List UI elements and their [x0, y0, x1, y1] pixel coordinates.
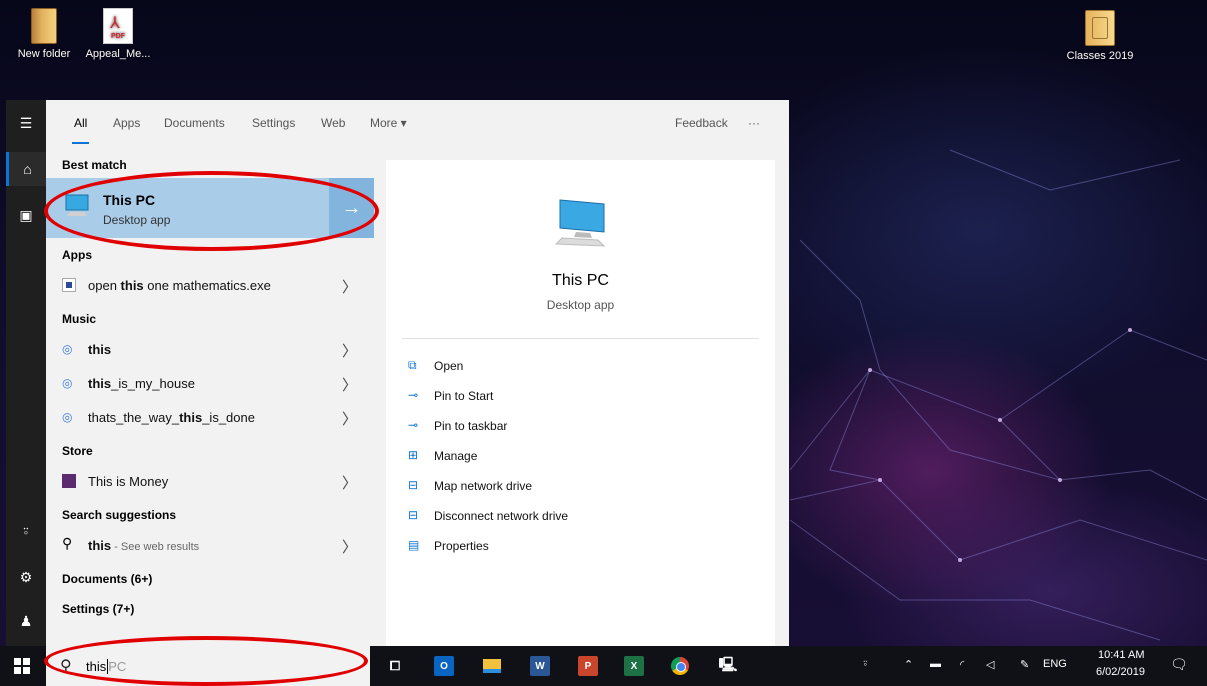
list-item[interactable]: ◎ thats_the_way_this_is_done 〉 [46, 402, 374, 432]
search-tabs: All Apps Documents Settings Web More ▾ F… [46, 100, 789, 146]
properties-icon: ▤ [408, 538, 420, 552]
section-header-store: Store [62, 444, 93, 458]
this-pc-icon[interactable]: 🖳 [718, 656, 738, 676]
detail-pane: This PC Desktop app ⧉ Open ⊸ Pin to Star… [386, 160, 775, 646]
outlook-icon[interactable]: O [434, 656, 454, 676]
music-file-icon: ◎ [62, 410, 73, 424]
section-header-best-match: Best match [62, 158, 127, 172]
open-icon: ⧉ [408, 358, 417, 372]
feedback-link[interactable]: Feedback [675, 116, 728, 130]
home-icon[interactable]: ⌂ [6, 152, 46, 186]
desktop-icon-label: Appeal_Me... [85, 48, 151, 60]
detail-title: This PC [552, 272, 609, 289]
network-drive-icon: ⊟ [408, 508, 419, 522]
file-explorer-icon[interactable] [482, 656, 502, 676]
wifi-icon[interactable]: ◜ [960, 658, 964, 671]
list-item[interactable]: ◎ this 〉 [46, 334, 374, 364]
start-left-rail: ☰ ⌂ ▣ ⍤ ⚙ ♟ [6, 100, 46, 646]
search-icon: ⚲ [60, 658, 72, 675]
pdf-file-icon: ⅄ PDF [103, 8, 133, 44]
divider [402, 338, 759, 339]
section-header-music: Music [62, 312, 97, 326]
best-match-title: This PC [103, 192, 156, 208]
pin-icon: ⊸ [408, 388, 419, 402]
excel-icon[interactable]: X [624, 656, 644, 676]
search-panel: All Apps Documents Settings Web More ▾ F… [46, 100, 789, 646]
detail-subtitle: Desktop app [546, 298, 615, 312]
tab-more[interactable]: More ▾ [370, 116, 407, 130]
desktop-icon-label: New folder [17, 48, 71, 60]
tab-all[interactable]: All [71, 116, 90, 144]
list-item-label: this [88, 342, 112, 357]
pin-icon: ⊸ [408, 418, 419, 432]
music-file-icon: ◎ [62, 376, 73, 390]
taskbar-search-box[interactable]: ⚲ this PC [46, 646, 370, 686]
gear-icon[interactable]: ⚙ [6, 560, 46, 594]
list-item-label: open this one mathematics.exe [88, 278, 271, 293]
store-app-icon [62, 474, 76, 488]
list-item-label: This is Money [88, 474, 169, 489]
list-item[interactable]: ◎ this_is_my_house 〉 [46, 368, 374, 398]
list-item-label: this_is_my_house [88, 376, 195, 391]
tab-web[interactable]: Web [321, 116, 345, 130]
search-input[interactable]: this PC [86, 659, 126, 674]
folder-icon [31, 8, 57, 44]
task-view-icon[interactable]: ⧠ [385, 656, 405, 676]
chevron-up-icon[interactable]: ⌃ [904, 658, 913, 671]
language-indicator[interactable]: ENG [1043, 658, 1067, 670]
music-file-icon: ◎ [62, 342, 73, 356]
pen-icon[interactable]: ✎ [1020, 658, 1029, 671]
more-options-button[interactable]: ··· [748, 116, 760, 130]
chevron-right-icon[interactable]: 〉 [342, 536, 357, 557]
clock-date[interactable]: 6/02/2019 [1096, 666, 1145, 678]
results-list: Best match This PC Desktop app → Apps op… [46, 146, 374, 646]
tab-settings[interactable]: Settings [252, 116, 295, 130]
best-match-item[interactable]: This PC Desktop app [46, 178, 374, 238]
hamburger-icon[interactable]: ☰ [6, 106, 46, 140]
chrome-icon[interactable] [670, 656, 690, 676]
network-drive-icon: ⊟ [408, 478, 419, 492]
list-item[interactable]: ⚲ this - See web results 〉 [46, 530, 374, 560]
computer-icon [554, 199, 606, 247]
list-item-label: this - See web results [88, 538, 200, 553]
list-item[interactable]: This is Money 〉 [46, 466, 374, 496]
manage-icon: ⊞ [408, 448, 419, 462]
tab-apps[interactable]: Apps [113, 116, 140, 130]
best-match-subtitle: Desktop app [103, 213, 171, 227]
battery-icon[interactable]: ▬ [930, 658, 941, 670]
chevron-right-icon[interactable]: 〉 [342, 408, 357, 429]
desktop-icon-label: Classes 2019 [1066, 50, 1134, 62]
person-icon[interactable]: ♟ [6, 604, 46, 638]
list-item-label: thats_the_way_this_is_done [88, 410, 255, 425]
desktop-icon-classes-2019[interactable]: Classes 2019 [1060, 10, 1140, 62]
zip-folder-icon [1085, 10, 1115, 46]
open-details-arrow-button[interactable]: → [329, 178, 374, 238]
tab-documents[interactable]: Documents [164, 116, 225, 130]
computer-icon [65, 194, 89, 216]
volume-icon[interactable]: ◁ [986, 658, 994, 671]
chevron-right-icon[interactable]: 〉 [342, 340, 357, 361]
chevron-right-icon[interactable]: 〉 [342, 276, 357, 297]
chevron-right-icon[interactable]: 〉 [342, 374, 357, 395]
documents-icon[interactable]: ▣ [6, 198, 46, 232]
section-header-search-suggestions: Search suggestions [62, 508, 177, 522]
powerpoint-icon[interactable]: P [578, 656, 598, 676]
list-item[interactable]: open this one mathematics.exe 〉 [46, 270, 374, 300]
search-icon: ⚲ [62, 535, 73, 551]
section-header-settings[interactable]: Settings (7+) [62, 602, 134, 616]
section-header-documents[interactable]: Documents (6+) [62, 572, 152, 586]
section-header-apps: Apps [62, 248, 92, 262]
chevron-right-icon[interactable]: 〉 [342, 472, 357, 493]
clock-time[interactable]: 10:41 AM [1098, 649, 1144, 661]
people-icon[interactable]: ⍤ [862, 658, 869, 671]
windows-start-button[interactable] [14, 658, 30, 674]
notification-icon[interactable]: 🗨 [1170, 656, 1188, 673]
desktop-icon-appeal-pdf[interactable]: ⅄ PDF Appeal_Me... [78, 8, 158, 60]
add-person-icon[interactable]: ⍤ [6, 514, 46, 548]
desktop-icon-new-folder[interactable]: New folder [4, 8, 84, 60]
word-icon[interactable]: W [530, 656, 550, 676]
app-window-icon [62, 278, 76, 292]
